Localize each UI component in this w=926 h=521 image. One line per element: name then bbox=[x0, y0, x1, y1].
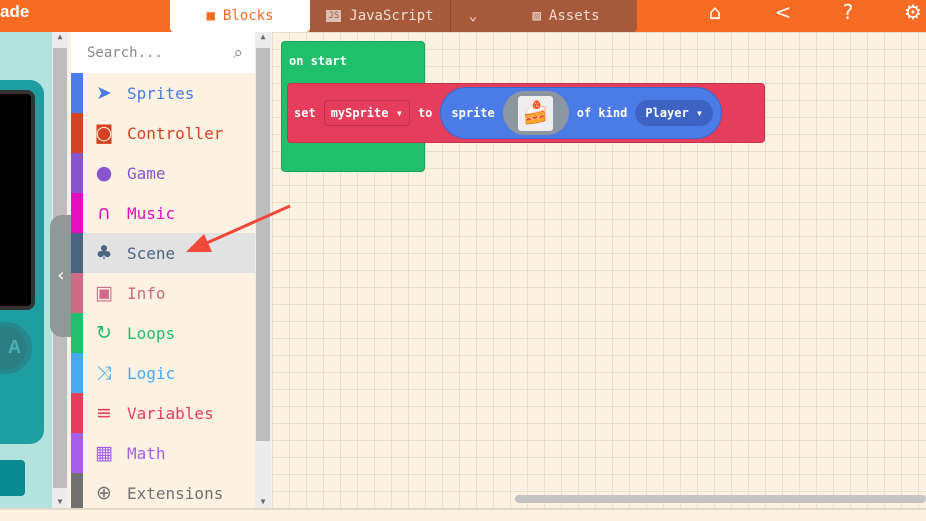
share-icon[interactable]: < bbox=[768, 0, 798, 26]
category-color-bar bbox=[71, 193, 83, 233]
sprite-image-picker[interactable]: 🍰 bbox=[502, 91, 569, 135]
set-sprite-block[interactable]: set mySprite ▾ to sprite 🍰 of kind Playe… bbox=[287, 83, 765, 143]
workspace-horizontal-scrollbar[interactable] bbox=[515, 495, 926, 503]
toolbox-item-controller[interactable]: ◙ Controller bbox=[71, 113, 255, 153]
help-icon[interactable]: ? bbox=[833, 0, 863, 26]
home-icon[interactable]: ⌂ bbox=[700, 0, 730, 26]
toolbox-item-logic[interactable]: ⤨ Logic bbox=[71, 353, 255, 393]
toolbox-item-variables[interactable]: ≡ Variables bbox=[71, 393, 255, 433]
toolbox-item-game[interactable]: ● Game bbox=[71, 153, 255, 193]
paper-plane-icon: ➤ bbox=[96, 82, 112, 104]
simulator-panel: A bbox=[0, 32, 52, 510]
category-color-bar bbox=[71, 153, 83, 193]
search-input[interactable]: Search... ⌕ bbox=[71, 32, 255, 73]
toolbox-item-label: Variables bbox=[127, 403, 214, 423]
gamepad-icon: ◙ bbox=[94, 122, 114, 144]
header: ade ■ Blocks JS JavaScript ⌄ ▨ Assets ⌂ < ?… bbox=[0, 0, 926, 32]
id-card-icon: ▣ bbox=[95, 282, 113, 304]
simulator-screen[interactable] bbox=[0, 90, 35, 310]
circle-icon: ● bbox=[95, 162, 113, 184]
toolbox-item-label: Sprites bbox=[127, 83, 195, 103]
kind-dropdown[interactable]: Player ▾ bbox=[635, 100, 714, 126]
category-color-bar bbox=[71, 113, 83, 153]
tab-blocks[interactable]: ■ Blocks bbox=[170, 0, 310, 32]
category-color-bar bbox=[71, 473, 83, 513]
toolbox-item-label: Controller bbox=[127, 123, 224, 143]
brand-title: ade bbox=[0, 2, 30, 21]
category-color-bar bbox=[71, 233, 83, 273]
category-color-bar bbox=[71, 433, 83, 473]
sprite-block[interactable]: sprite 🍰 of kind Player ▾ bbox=[440, 87, 723, 139]
cake-icon: 🍰 bbox=[518, 95, 554, 131]
toolbox-item-loops[interactable]: ↻ Loops bbox=[71, 313, 255, 353]
fullscreen-button[interactable] bbox=[0, 460, 25, 496]
puzzle-icon: ■ bbox=[206, 8, 215, 24]
list-icon: ≡ bbox=[96, 402, 112, 424]
category-color-bar bbox=[71, 273, 83, 313]
toolbox-item-label: Music bbox=[127, 203, 176, 223]
toolbox: Search... ⌕ ➤ Sprites ◙ Controller ● Game ∩ Musi… bbox=[71, 32, 255, 513]
toolbox-item-label: Extensions bbox=[127, 483, 224, 503]
toolbox-item-info[interactable]: ▣ Info bbox=[71, 273, 255, 313]
settings-icon[interactable]: ⚙ bbox=[898, 0, 926, 26]
toolbox-item-label: Logic bbox=[127, 363, 176, 383]
search-icon: ⌕ bbox=[233, 42, 243, 63]
calculator-icon: ▦ bbox=[95, 442, 113, 464]
toolbox-item-extensions[interactable]: ⊕ Extensions bbox=[71, 473, 255, 513]
redo-icon: ↻ bbox=[96, 322, 112, 344]
headphones-icon: ∩ bbox=[97, 202, 111, 224]
category-color-bar bbox=[71, 353, 83, 393]
shuffle-icon: ⤨ bbox=[96, 362, 112, 384]
js-icon: JS bbox=[326, 10, 342, 22]
category-color-bar bbox=[71, 313, 83, 353]
toolbox-item-label: Math bbox=[127, 443, 166, 463]
variable-dropdown[interactable]: mySprite ▾ bbox=[323, 100, 410, 126]
toolbox-item-sprites[interactable]: ➤ Sprites bbox=[71, 73, 255, 113]
toolbox-item-math[interactable]: ▦ Math bbox=[71, 433, 255, 473]
collapse-simulator-button[interactable]: ‹ bbox=[50, 215, 72, 337]
image-icon: ▨ bbox=[532, 8, 541, 24]
toolbox-item-label: Game bbox=[127, 163, 166, 183]
plus-circle-icon: ⊕ bbox=[96, 482, 112, 504]
tree-icon: ♣ bbox=[95, 242, 113, 264]
category-color-bar bbox=[71, 73, 83, 113]
toolbox-item-label: Scene bbox=[127, 243, 176, 263]
toolbox-item-label: Info bbox=[127, 283, 166, 303]
toolbox-scrollbar[interactable]: ▲ ▼ bbox=[255, 32, 271, 510]
category-color-bar bbox=[71, 393, 83, 433]
bottom-bar bbox=[0, 508, 926, 521]
blocks-workspace[interactable]: on start set mySprite ▾ to sprite 🍰 of k… bbox=[272, 32, 926, 510]
language-dropdown[interactable]: ⌄ bbox=[450, 0, 495, 32]
toolbox-item-label: Loops bbox=[127, 323, 176, 343]
tab-assets[interactable]: ▨ Assets bbox=[495, 0, 637, 32]
annotation-arrow-icon bbox=[186, 204, 291, 252]
chevron-down-icon: ⌄ bbox=[468, 8, 478, 24]
tab-javascript[interactable]: JS JavaScript bbox=[310, 0, 450, 32]
chevron-left-icon: ‹ bbox=[55, 265, 67, 286]
